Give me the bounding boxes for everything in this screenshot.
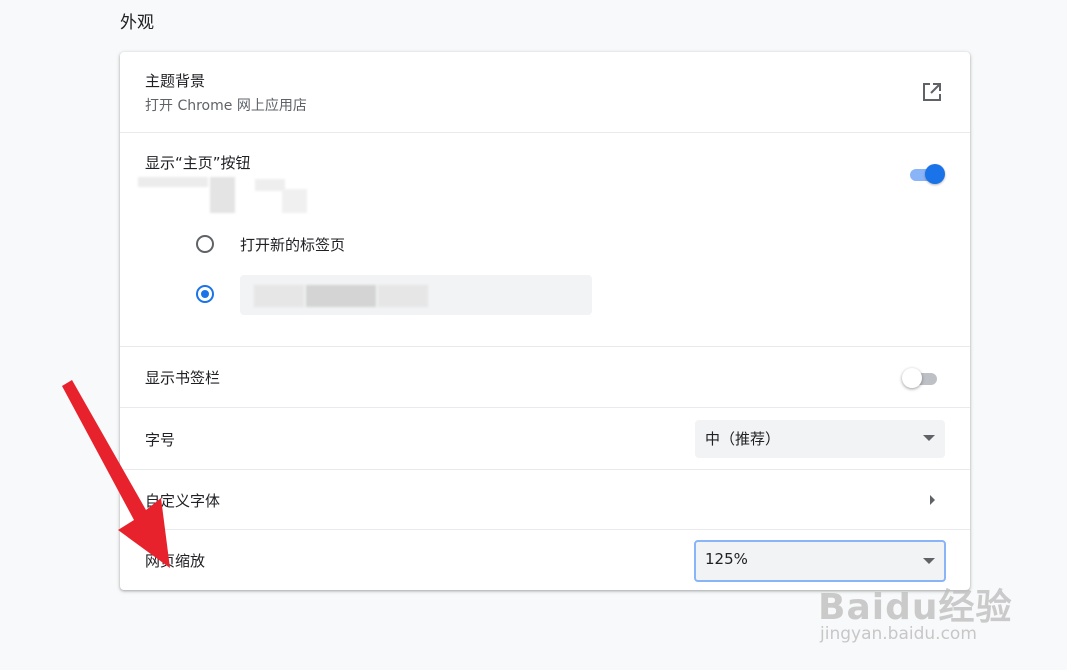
chevron-down-icon <box>923 558 935 564</box>
page-zoom-label: 网页缩放 <box>145 552 206 570</box>
chevron-right-icon[interactable] <box>930 495 935 505</box>
baidu-watermark-logo: Baidu经验 <box>818 587 1013 628</box>
radio-new-tab-label: 打开新的标签页 <box>240 236 346 254</box>
home-button-row: 显示“主页”按钮 打开新的标签页 <box>120 132 970 346</box>
bookmarks-bar-label: 显示书签栏 <box>145 369 221 387</box>
redacted-text <box>138 177 208 187</box>
custom-fonts-row[interactable]: 自定义字体 <box>120 469 970 529</box>
custom-fonts-label: 自定义字体 <box>145 492 221 510</box>
bookmarks-bar-row[interactable]: 显示书签栏 <box>120 346 970 407</box>
home-button-toggle[interactable] <box>907 164 945 184</box>
bookmarks-bar-toggle[interactable] <box>902 368 940 388</box>
open-in-new-icon[interactable] <box>919 79 945 105</box>
redacted-text <box>282 189 307 213</box>
chevron-down-icon <box>923 435 935 441</box>
radio-custom-url[interactable] <box>196 285 214 303</box>
redacted-text <box>255 179 285 191</box>
font-size-select[interactable]: 中（推荐） <box>695 420 945 458</box>
home-button-label: 显示“主页”按钮 <box>145 154 251 172</box>
appearance-card: 主题背景 打开 Chrome 网上应用店 显示“主页”按钮 打开新的标签页 显示… <box>120 52 970 590</box>
section-title: 外观 <box>120 13 154 33</box>
theme-sublabel: 打开 Chrome 网上应用店 <box>145 98 307 114</box>
custom-url-input[interactable] <box>240 275 592 315</box>
font-size-value: 中（推荐） <box>705 430 781 448</box>
font-size-label: 字号 <box>145 431 176 449</box>
redacted-text <box>210 177 235 213</box>
baidu-watermark-url: jingyan.baidu.com <box>820 624 977 644</box>
page-zoom-select[interactable]: 125% <box>694 540 946 582</box>
font-size-row: 字号 中（推荐） <box>120 407 970 469</box>
radio-new-tab[interactable] <box>196 235 214 253</box>
theme-row[interactable]: 主题背景 打开 Chrome 网上应用店 <box>120 52 970 132</box>
page-zoom-value: 125% <box>705 550 748 568</box>
theme-label: 主题背景 <box>145 72 206 90</box>
